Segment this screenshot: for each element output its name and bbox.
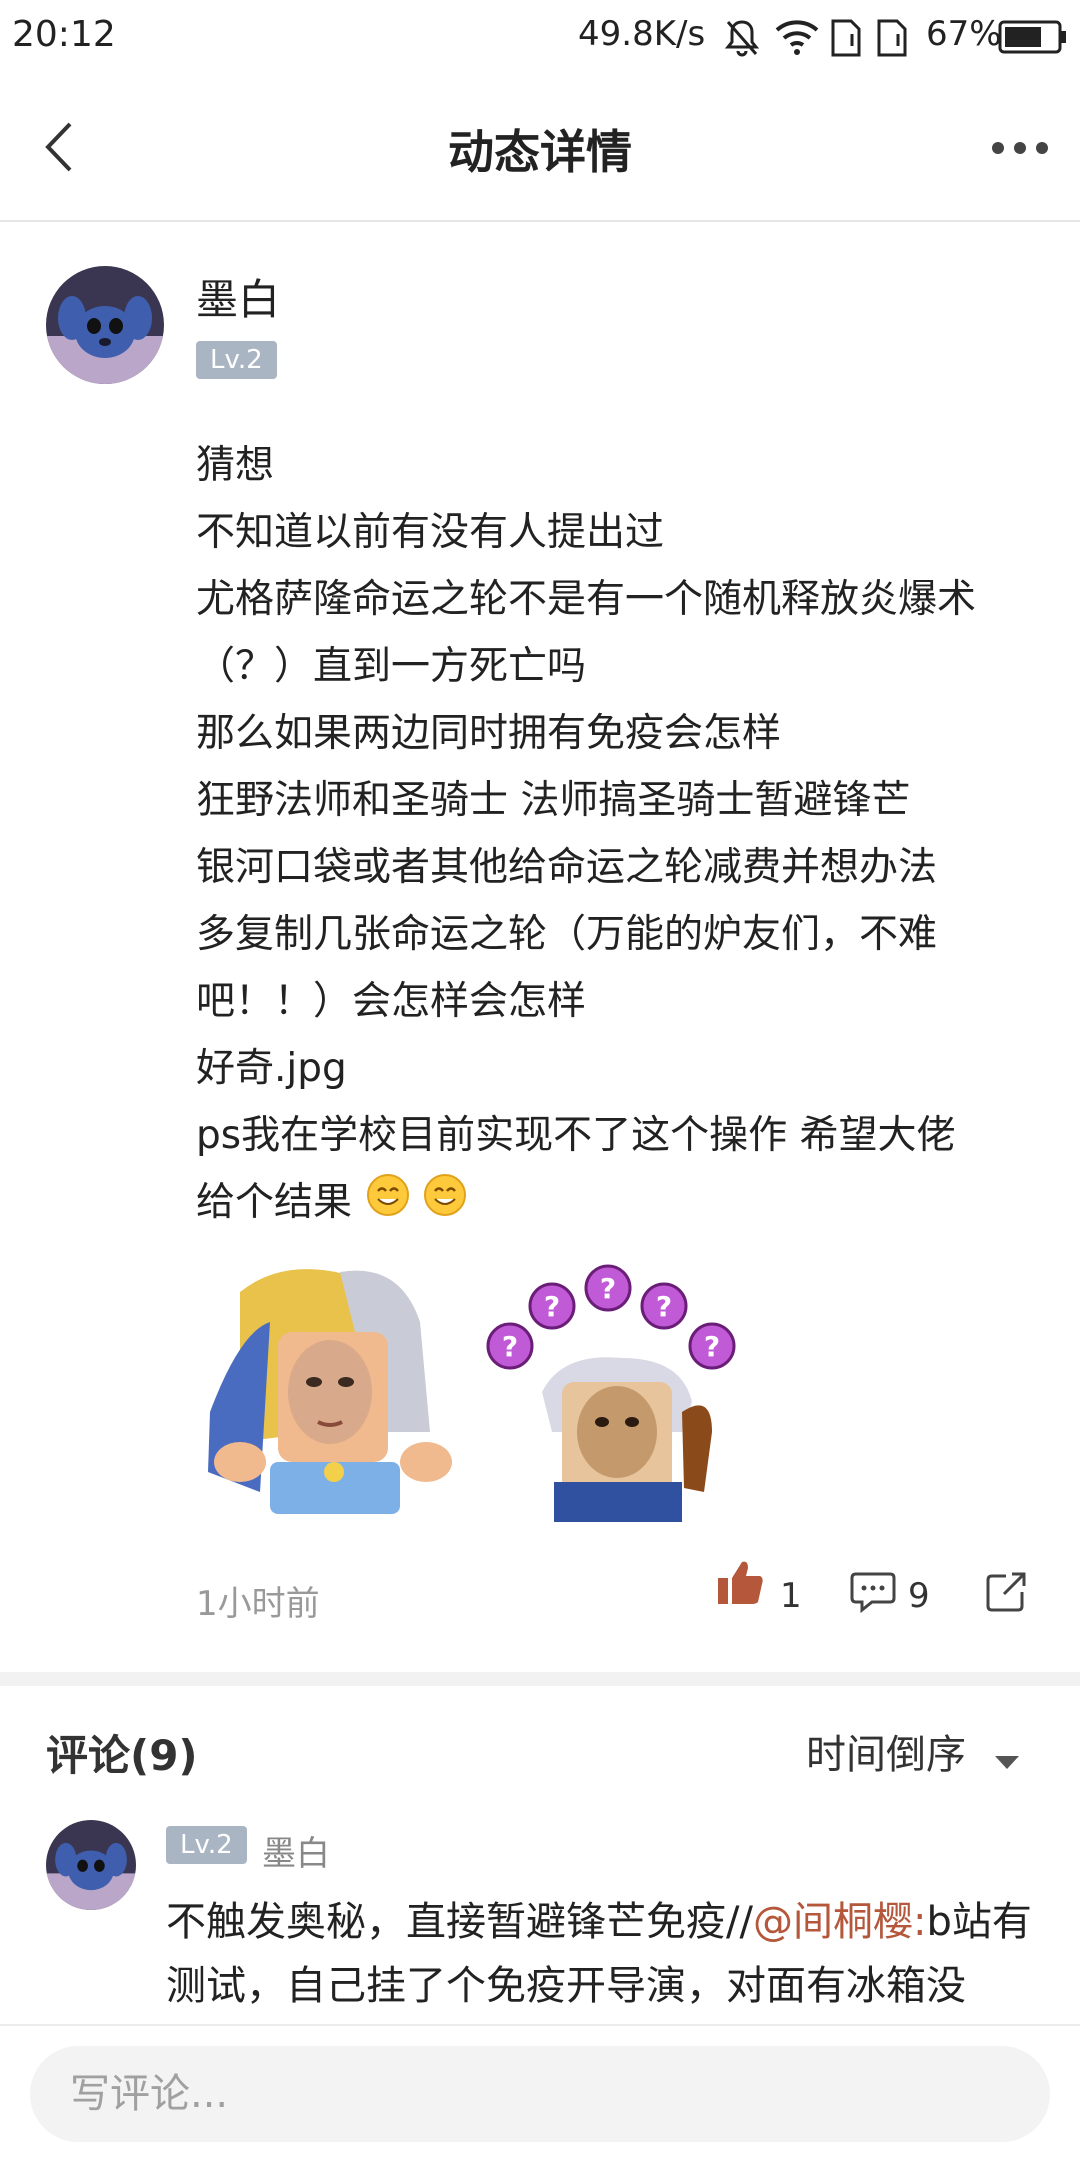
post-line: 多复制几张命运之轮（万能的炉友们，不难: [196, 912, 938, 957]
commenter-level-badge: Lv.2: [166, 1826, 247, 1864]
comment-input[interactable]: [30, 2046, 1050, 2142]
sim1-icon: [830, 18, 862, 62]
svg-text:?: ?: [544, 1290, 560, 1323]
like-count: 1: [780, 1576, 802, 1616]
post-line: 尤格萨隆命运之轮不是有一个随机释放炎爆术: [196, 577, 977, 622]
post-line: 那么如果两边同时拥有免疫会怎样: [196, 711, 782, 756]
battery-icon: [998, 20, 1068, 58]
author-level-badge: Lv.2: [196, 341, 277, 379]
status-time: 20:12: [12, 14, 116, 55]
commenter-avatar[interactable]: [46, 1820, 136, 1910]
post-time: 1小时前: [196, 1584, 320, 1624]
mute-icon: [724, 18, 760, 62]
post-line: 银河口袋或者其他给命运之轮减费并想办法: [196, 845, 938, 890]
author-name[interactable]: 墨白: [196, 266, 280, 327]
page-title: 动态详情: [448, 125, 632, 179]
svg-text:?: ?: [502, 1330, 518, 1363]
share-icon[interactable]: [984, 1570, 1028, 1618]
network-speed: 49.8K/s: [578, 14, 706, 54]
battery-percent: 67%: [926, 14, 1002, 54]
post-line: （？）直到一方死亡吗: [196, 644, 587, 689]
section-divider: [0, 1672, 1080, 1686]
caret-down-icon: [994, 1734, 1019, 1780]
comments-title: 评论(9): [46, 1731, 198, 1780]
mention-link[interactable]: @间桐樱:: [753, 1899, 926, 1945]
post-line: 猜想: [196, 443, 275, 488]
post-line: 给个结果: [196, 1169, 1056, 1238]
post-body: 猜想 不知道以前有没有人提出过 尤格萨隆命运之轮不是有一个随机释放炎爆术 （？）…: [196, 432, 1056, 1238]
post-line: ps我在学校目前实现不了这个操作 希望大佬: [196, 1113, 956, 1158]
wifi-icon: [774, 18, 820, 60]
sim2-icon: [876, 18, 908, 62]
svg-text:?: ?: [704, 1330, 720, 1363]
author-avatar[interactable]: [46, 266, 164, 384]
status-bar: 20:12 49.8K/s 67%: [0, 0, 1080, 74]
sort-dropdown[interactable]: 时间倒序: [806, 1722, 1019, 1780]
svg-text:?: ?: [656, 1290, 672, 1323]
sticker-image-question-marks[interactable]: ??? ??: [482, 1262, 742, 1524]
more-icon[interactable]: [990, 138, 1050, 162]
post-line: 吧！！）会怎样会怎样: [196, 979, 587, 1024]
post-line: 狂野法师和圣骑士 法师搞圣骑士暂避锋芒: [196, 778, 911, 823]
sticker-image-jaina[interactable]: [200, 1262, 456, 1524]
smile-emoji-icon: [366, 1171, 410, 1238]
comment-icon[interactable]: [850, 1570, 896, 1618]
comment-text: 不触发奥秘，直接暂避锋芒免疫//@间桐樱:b站有测试，自己挂了个免疫开导演，对面…: [166, 1899, 1032, 2009]
commenter-name[interactable]: 墨白: [262, 1826, 330, 1875]
sort-label: 时间倒序: [806, 1732, 966, 1778]
comment-count: 9: [908, 1576, 930, 1616]
smile-emoji-icon: [423, 1171, 467, 1238]
post-line: 好奇.jpg: [196, 1046, 347, 1091]
like-icon[interactable]: [716, 1558, 766, 1612]
svg-text:?: ?: [600, 1272, 616, 1305]
post-line: 不知道以前有没有人提出过: [196, 510, 665, 555]
top-nav-bar: 动态详情: [0, 74, 1080, 222]
